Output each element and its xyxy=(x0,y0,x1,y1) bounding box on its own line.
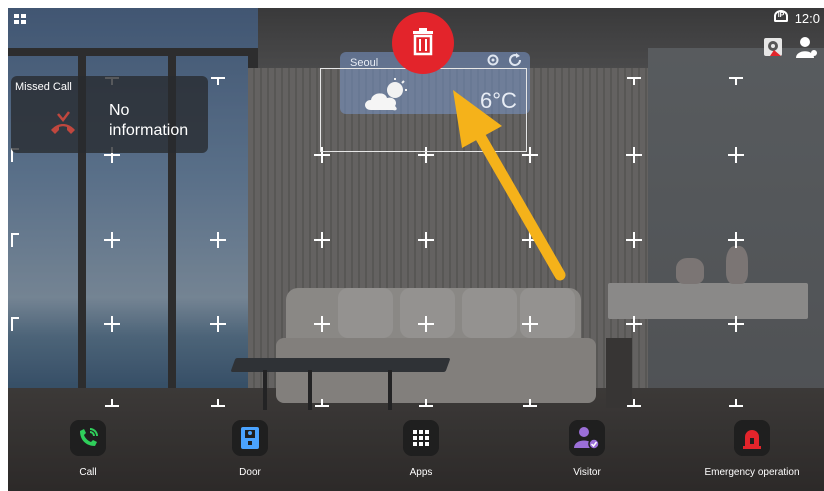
dock-label: Emergency operation xyxy=(704,467,800,478)
menu-grid-icon[interactable] xyxy=(14,14,26,24)
grid-marker[interactable] xyxy=(210,232,226,248)
grid-marker xyxy=(211,71,225,85)
door-icon xyxy=(232,420,268,456)
camera-alert-icon[interactable] xyxy=(762,36,784,58)
grid-marker[interactable] xyxy=(522,316,538,332)
phone-icon xyxy=(70,420,106,456)
grid-marker xyxy=(105,399,119,413)
missed-call-text: No information xyxy=(109,102,189,139)
grid-marker[interactable] xyxy=(418,232,434,248)
grid-marker xyxy=(8,233,19,247)
grid-marker[interactable] xyxy=(626,232,642,248)
dock-door-button[interactable]: Door xyxy=(190,415,310,485)
grid-marker[interactable] xyxy=(314,232,330,248)
grid-marker xyxy=(729,399,743,413)
dock-visitor-button[interactable]: Visitor xyxy=(527,415,647,485)
grid-marker[interactable] xyxy=(626,316,642,332)
dock-call-button[interactable]: Call xyxy=(28,415,148,485)
apps-grid-icon xyxy=(403,420,439,456)
grid-marker[interactable] xyxy=(728,232,744,248)
trash-icon xyxy=(413,28,433,56)
grid-marker xyxy=(627,71,641,85)
alarm-icon xyxy=(734,420,770,456)
refresh-icon[interactable] xyxy=(508,53,522,67)
grid-marker[interactable] xyxy=(728,147,744,163)
missed-call-title: Missed Call xyxy=(15,81,72,93)
grid-marker[interactable] xyxy=(104,316,120,332)
grid-marker[interactable] xyxy=(314,316,330,332)
grid-marker xyxy=(419,399,433,413)
home-screen: IP 12:0 Missed Call No information Seoul xyxy=(8,8,824,491)
gear-icon[interactable] xyxy=(486,53,500,67)
grid-marker xyxy=(627,399,641,413)
dock-emergency-button[interactable]: Emergency operation xyxy=(692,415,812,485)
selection-outline xyxy=(320,68,527,152)
dock-label: Apps xyxy=(409,467,433,478)
status-time: 12:0 xyxy=(794,11,820,26)
grid-marker[interactable] xyxy=(728,316,744,332)
missed-call-widget[interactable]: Missed Call No information xyxy=(11,76,208,153)
grid-marker[interactable] xyxy=(626,147,642,163)
grid-marker[interactable] xyxy=(210,316,226,332)
grid-marker[interactable] xyxy=(418,316,434,332)
missed-call-icon xyxy=(51,111,75,134)
grid-marker[interactable] xyxy=(104,232,120,248)
dock-label: Door xyxy=(239,467,261,478)
user-settings-icon[interactable] xyxy=(796,36,818,58)
grid-marker xyxy=(729,71,743,85)
ip-icon: IP xyxy=(774,10,788,22)
grid-marker xyxy=(211,399,225,413)
visitor-icon xyxy=(569,420,605,456)
dock-label: Visitor xyxy=(573,467,601,478)
grid-marker xyxy=(523,399,537,413)
grid-marker xyxy=(315,399,329,413)
dock-label: Call xyxy=(79,467,97,478)
grid-marker[interactable] xyxy=(522,232,538,248)
dock-apps-button[interactable]: Apps xyxy=(361,415,481,485)
delete-button[interactable] xyxy=(392,12,454,74)
grid-marker xyxy=(8,317,19,331)
